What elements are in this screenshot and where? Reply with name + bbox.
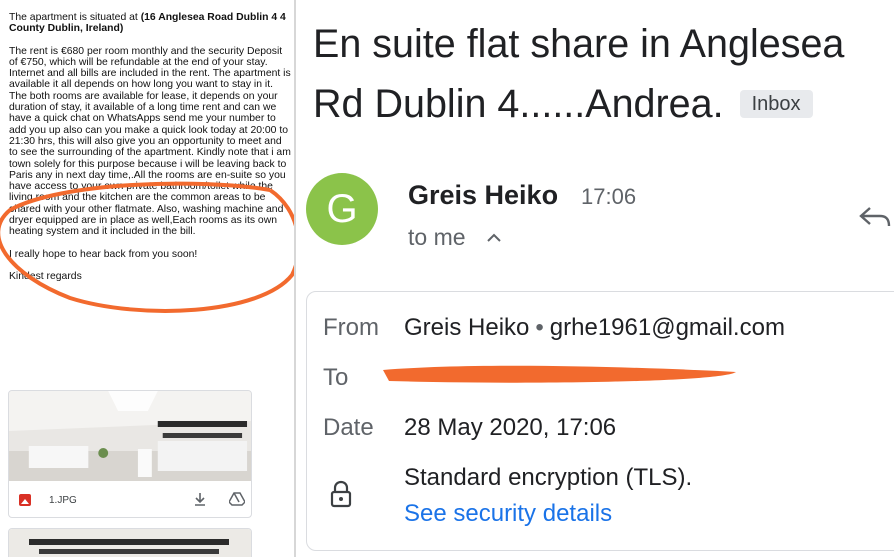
from-separator: •: [535, 314, 544, 341]
email-body-text: The apartment is situated at (16 Anglese…: [9, 12, 291, 293]
intro-paragraph: The apartment is situated at (16 Anglese…: [9, 12, 291, 35]
from-name: Greis Heiko: [404, 314, 530, 341]
inbox-label[interactable]: Inbox: [739, 90, 813, 118]
email-body-panel: The apartment is situated at (16 Anglese…: [0, 0, 296, 557]
recipient-summary[interactable]: to me: [408, 224, 466, 251]
closing-line: I really hope to hear back from you soon…: [9, 248, 198, 260]
lock-icon: [330, 480, 352, 508]
download-icon[interactable]: [193, 492, 207, 506]
to-label: To: [323, 364, 349, 391]
encryption-text: Standard encryption (TLS).: [404, 464, 693, 491]
attachment-footer: 1.JPG: [9, 481, 251, 517]
redaction-scribble: [383, 365, 736, 383]
reply-icon[interactable]: [858, 204, 892, 228]
date-label: Date: [323, 414, 374, 441]
attachment-thumbnail[interactable]: [9, 529, 252, 557]
sent-time: 17:06: [581, 184, 637, 209]
from-email[interactable]: grhe1961@gmail.com: [550, 314, 785, 341]
security-details-link[interactable]: See security details: [404, 500, 612, 528]
main-paragraph: The rent is €680 per room monthly and th…: [9, 45, 291, 238]
email-subject: En suite flat share in Anglesea Rd Dubli…: [313, 14, 893, 134]
from-label: From: [323, 314, 379, 341]
signoff-line: Kindest regards: [9, 270, 82, 282]
drive-icon[interactable]: [229, 492, 245, 506]
image-file-icon: [19, 494, 31, 506]
sender-name: Greis Heiko: [408, 180, 559, 210]
second-image-attachment[interactable]: [8, 528, 252, 557]
image-attachment[interactable]: 1.JPG: [8, 390, 252, 518]
intro-prefix: The apartment is situated at: [9, 12, 141, 23]
chevron-up-icon[interactable]: [486, 232, 502, 242]
from-value: Greis Heiko • grhe1961@gmail.com: [404, 314, 785, 342]
sender-avatar[interactable]: G: [306, 173, 378, 245]
attachment-thumbnail[interactable]: [9, 391, 251, 481]
attachment-filename: 1.JPG: [49, 494, 77, 506]
details-panel: From Greis Heiko • grhe1961@gmail.com To D…: [306, 291, 894, 551]
date-value: 28 May 2020, 17:06: [404, 414, 617, 441]
